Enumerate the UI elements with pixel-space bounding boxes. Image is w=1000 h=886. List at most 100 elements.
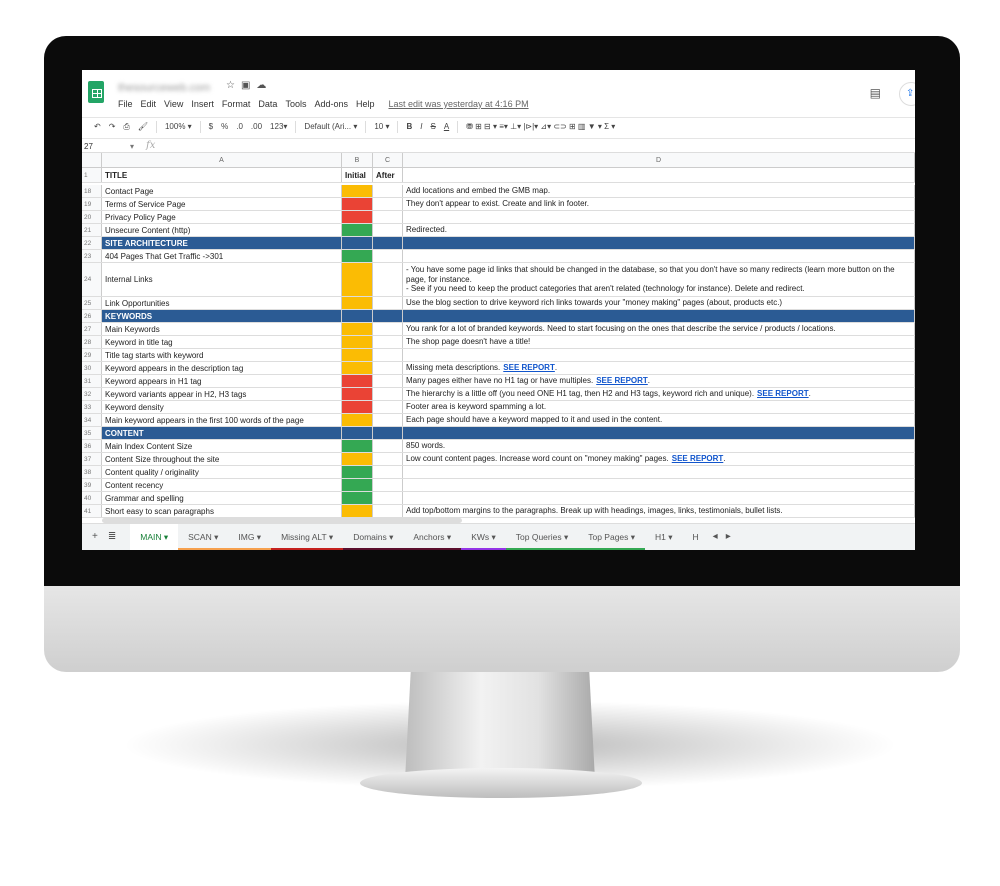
row-number[interactable]: 39 xyxy=(82,479,102,491)
notes-cell[interactable]: The hierarchy is a little off (you need … xyxy=(403,388,915,400)
see-report-link[interactable]: SEE REPORT xyxy=(757,389,809,399)
initial-status-cell[interactable] xyxy=(342,185,373,197)
row-number[interactable]: 31 xyxy=(82,375,102,387)
sheet-tab[interactable]: KWs ▾ xyxy=(461,524,506,550)
sheet-tab[interactable]: Top Queries ▾ xyxy=(505,524,579,550)
after-status-cell[interactable] xyxy=(373,198,403,210)
column-header-c[interactable]: C xyxy=(373,153,403,168)
after-status-cell[interactable] xyxy=(373,362,403,374)
after-status-cell[interactable] xyxy=(373,297,403,309)
after-status-cell[interactable] xyxy=(373,492,403,504)
notes-cell[interactable] xyxy=(403,349,915,361)
row-number[interactable]: 41 xyxy=(82,505,102,517)
menu-help[interactable]: Help xyxy=(356,99,375,109)
font-select[interactable]: Default (Ari... ▾ xyxy=(304,122,357,131)
title-cell[interactable]: Title tag starts with keyword xyxy=(102,349,342,361)
notes-cell[interactable] xyxy=(403,310,915,322)
notes-cell[interactable]: Missing meta descriptions. SEE REPORT. xyxy=(403,362,915,374)
after-status-cell[interactable] xyxy=(373,401,403,413)
after-status-cell[interactable] xyxy=(373,453,403,465)
title-cell[interactable]: CONTENT xyxy=(102,427,342,439)
column-header-d[interactable]: D xyxy=(403,153,915,168)
initial-status-cell[interactable] xyxy=(342,505,373,517)
after-status-cell[interactable] xyxy=(373,440,403,452)
title-cell[interactable]: Content quality / originality xyxy=(102,466,342,478)
notes-cell[interactable] xyxy=(403,466,915,478)
initial-status-cell[interactable] xyxy=(342,375,373,387)
after-status-cell[interactable] xyxy=(373,479,403,491)
add-sheet-button[interactable]: + xyxy=(82,524,104,550)
after-status-cell[interactable] xyxy=(373,466,403,478)
after-status-cell[interactable] xyxy=(373,237,403,249)
row-number[interactable]: 27 xyxy=(82,323,102,335)
sheet-tab[interactable]: SCAN ▾ xyxy=(178,524,229,550)
row-number[interactable]: 26 xyxy=(82,310,102,322)
row-number[interactable]: 18 xyxy=(82,185,102,197)
notes-cell[interactable]: Use the blog section to drive keyword ri… xyxy=(403,297,915,309)
after-status-cell[interactable] xyxy=(373,224,403,236)
initial-status-cell[interactable] xyxy=(342,297,373,309)
initial-status-cell[interactable] xyxy=(342,263,373,296)
menu-add-ons[interactable]: Add-ons xyxy=(314,99,348,109)
notes-cell[interactable]: Redirected. xyxy=(403,224,915,236)
menu-tools[interactable]: Tools xyxy=(285,99,306,109)
title-cell[interactable]: Terms of Service Page xyxy=(102,198,342,210)
menu-data[interactable]: Data xyxy=(258,99,277,109)
column-header-a[interactable]: A xyxy=(102,153,342,168)
number-format-select[interactable]: 123▾ xyxy=(270,122,287,131)
title-cell[interactable]: Contact Page xyxy=(102,185,342,197)
decrease-decimal-button[interactable]: .0 xyxy=(236,122,243,131)
title-cell[interactable]: Keyword appears in H1 tag xyxy=(102,375,342,387)
after-status-cell[interactable] xyxy=(373,185,403,197)
row-number[interactable]: 36 xyxy=(82,440,102,452)
comments-icon[interactable]: ▤ xyxy=(870,86,881,100)
last-edit-link[interactable]: Last edit was yesterday at 4:16 PM xyxy=(389,99,529,109)
initial-status-cell[interactable] xyxy=(342,224,373,236)
row-number[interactable]: 28 xyxy=(82,336,102,348)
row-number[interactable]: 34 xyxy=(82,414,102,426)
bold-button[interactable]: B xyxy=(406,122,412,131)
name-box[interactable]: 27 xyxy=(84,142,93,151)
row-number[interactable]: 25 xyxy=(82,297,102,309)
row-number[interactable]: 24 xyxy=(82,263,102,296)
after-status-cell[interactable] xyxy=(373,263,403,296)
initial-status-cell[interactable] xyxy=(342,414,373,426)
sheet-tab[interactable]: H xyxy=(683,524,709,550)
after-status-cell[interactable] xyxy=(373,375,403,387)
menu-format[interactable]: Format xyxy=(222,99,251,109)
all-sheets-button[interactable]: ≣ xyxy=(104,524,122,550)
title-cell[interactable]: Content recency xyxy=(102,479,342,491)
initial-status-cell[interactable] xyxy=(342,349,373,361)
paint-format-icon[interactable]: 🖌︎ xyxy=(138,122,148,131)
header-cell-title[interactable]: TITLE xyxy=(102,168,342,182)
after-status-cell[interactable] xyxy=(373,336,403,348)
sheet-tab[interactable]: Missing ALT ▾ xyxy=(271,524,344,550)
initial-status-cell[interactable] xyxy=(342,198,373,210)
percent-button[interactable]: % xyxy=(221,122,228,131)
text-color-button[interactable]: A xyxy=(444,122,449,131)
row-number[interactable]: 21 xyxy=(82,224,102,236)
notes-cell[interactable] xyxy=(403,427,915,439)
notes-cell[interactable]: Each page should have a keyword mapped t… xyxy=(403,414,915,426)
more-tools[interactable]: ⛃ ⊞ ⊟ ▾ ≡▾ ⊥▾ |⊳|▾ ⊿▾ ⊂⊃ ⊞ ▥ ▼ ▾ Σ ▾ xyxy=(466,122,615,131)
strikethrough-button[interactable]: S xyxy=(431,122,436,131)
see-report-link[interactable]: SEE REPORT xyxy=(672,454,724,464)
initial-status-cell[interactable] xyxy=(342,336,373,348)
initial-status-cell[interactable] xyxy=(342,362,373,374)
font-size-select[interactable]: 10 ▾ xyxy=(374,122,389,131)
after-status-cell[interactable] xyxy=(373,427,403,439)
initial-status-cell[interactable] xyxy=(342,211,373,223)
undo-icon[interactable]: ↶ xyxy=(94,122,101,131)
sheet-tab[interactable]: H1 ▾ xyxy=(645,524,683,550)
row-number[interactable]: 22 xyxy=(82,237,102,249)
notes-cell[interactable]: 850 words. xyxy=(403,440,915,452)
after-status-cell[interactable] xyxy=(373,250,403,262)
see-report-link[interactable]: SEE REPORT xyxy=(503,363,555,373)
sheet-tab[interactable]: Domains ▾ xyxy=(343,524,404,550)
scroll-tabs-next-icon[interactable]: ▸ xyxy=(722,524,735,550)
title-cell[interactable]: Privacy Policy Page xyxy=(102,211,342,223)
row-number[interactable]: 23 xyxy=(82,250,102,262)
menu-edit[interactable]: Edit xyxy=(141,99,157,109)
title-cell[interactable]: Keyword density xyxy=(102,401,342,413)
initial-status-cell[interactable] xyxy=(342,453,373,465)
